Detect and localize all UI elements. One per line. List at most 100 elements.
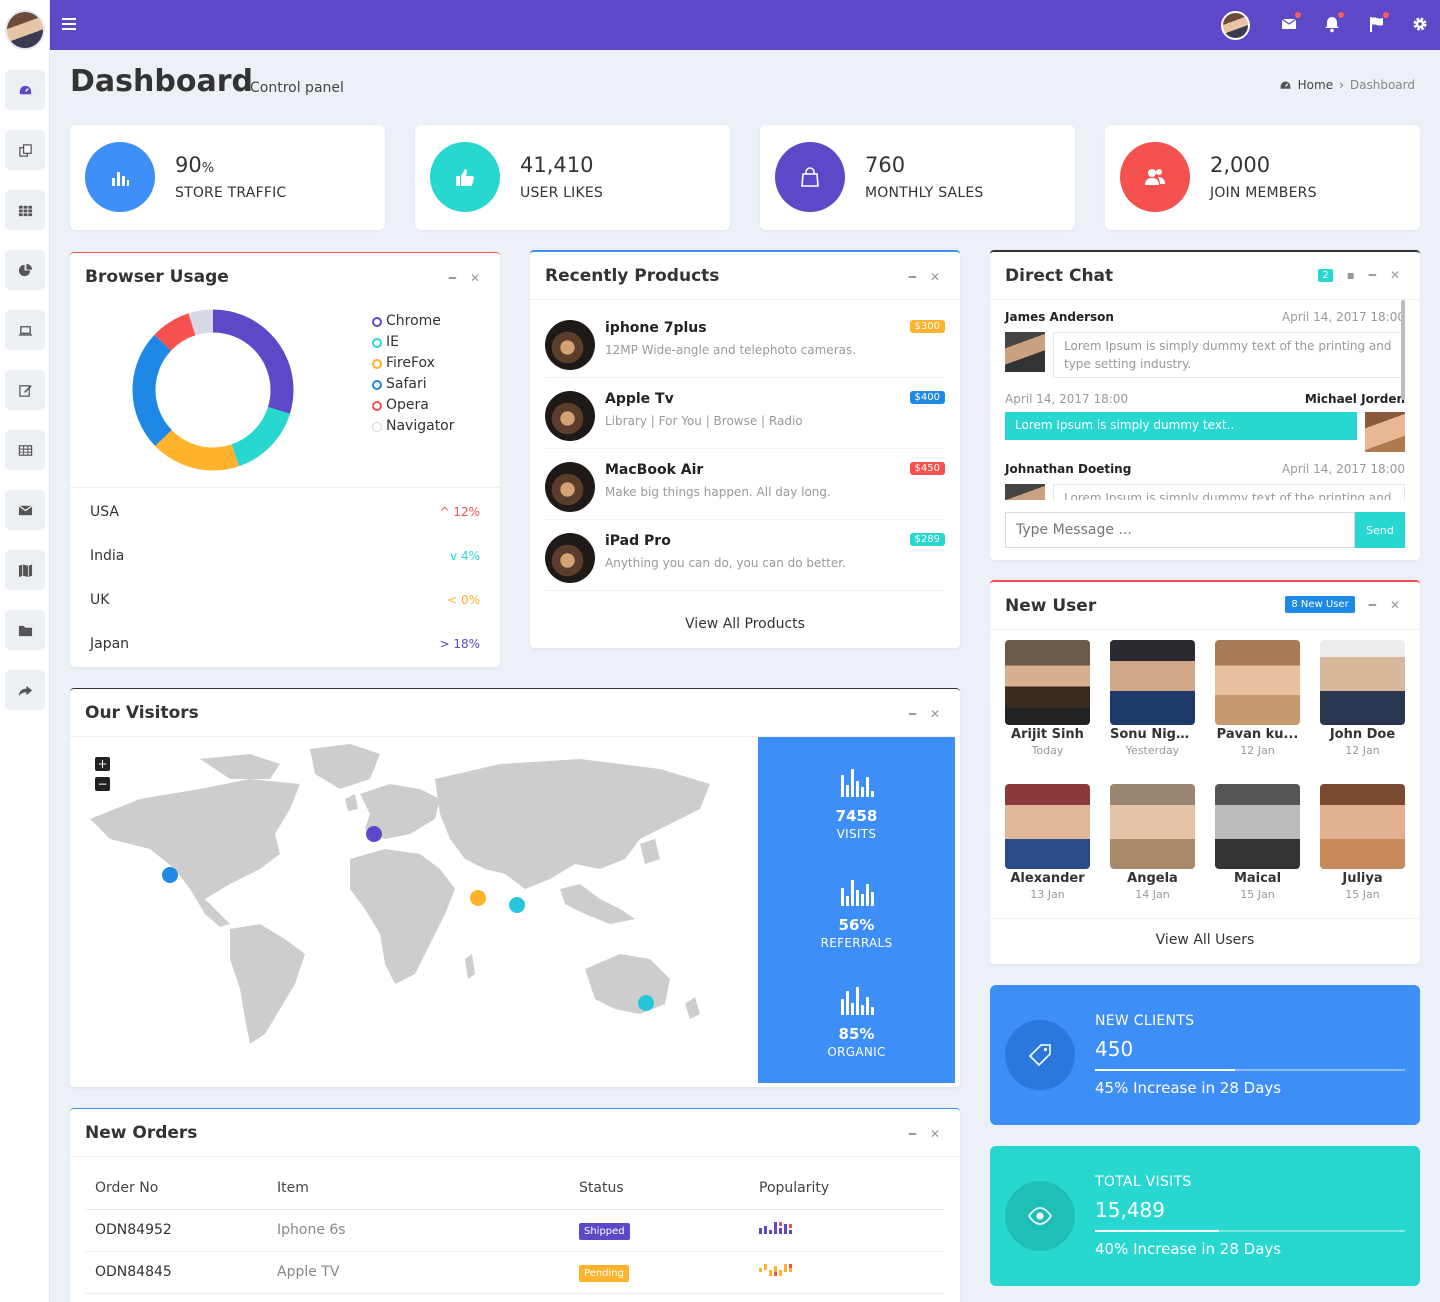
thumbs-up-icon bbox=[430, 142, 500, 212]
chat-messages: James Anderson April 14, 2017 18:00 Lorem… bbox=[990, 302, 1420, 500]
product-item[interactable]: Apple Tv Library | For You | Browse | Rad… bbox=[545, 379, 945, 449]
total-visits-box: TOTAL VISITS 15,489 40% Increase in 28 D… bbox=[990, 1146, 1420, 1286]
map-marker[interactable] bbox=[162, 867, 178, 883]
product-image bbox=[545, 533, 595, 583]
product-image bbox=[545, 462, 595, 512]
column-header[interactable]: Item bbox=[277, 1167, 579, 1209]
chat-avatar bbox=[1005, 332, 1045, 372]
menu-toggle-icon[interactable] bbox=[62, 18, 76, 30]
map-marker[interactable] bbox=[366, 826, 382, 842]
view-all-products-link[interactable]: View All Products bbox=[530, 616, 960, 632]
map-marker[interactable] bbox=[509, 897, 525, 913]
sidebar-item-charts[interactable] bbox=[5, 250, 45, 290]
minimize-icon[interactable]: ━ bbox=[1369, 268, 1376, 282]
sidebar-item-ui[interactable] bbox=[5, 310, 45, 350]
visitor-stat: 7458 VISITS bbox=[758, 767, 955, 841]
minimize-icon[interactable]: ━ bbox=[909, 1127, 916, 1141]
panel-title: Recently Products bbox=[545, 266, 720, 286]
stat-label: USER LIKES bbox=[520, 185, 603, 201]
sidebar-avatar[interactable] bbox=[5, 10, 45, 50]
sidebar-item-apps[interactable] bbox=[5, 190, 45, 230]
product-item[interactable]: iphone 7plus 12MP Wide-angle and telephot… bbox=[545, 308, 945, 378]
table-row[interactable]: ODN84845 Apple TV Pending bbox=[85, 1251, 945, 1293]
chat-input-group: Send bbox=[1005, 512, 1405, 548]
user-card[interactable]: Maical 15 Jan bbox=[1215, 784, 1300, 901]
user-card[interactable]: Arijit Sinh Today bbox=[1005, 640, 1090, 757]
minimize-icon[interactable]: ━ bbox=[909, 707, 916, 721]
new-user-panel: New User 8 New User ━ ✕ Arijit Sinh Today S… bbox=[990, 580, 1420, 964]
user-card[interactable]: Pavan ku... 12 Jan bbox=[1215, 640, 1300, 757]
recent-products-panel: Recently Products ━ ✕ iphone 7plus 12MP Wi… bbox=[530, 250, 960, 648]
map-marker[interactable] bbox=[470, 890, 486, 906]
country-row: UK < 0% bbox=[90, 592, 480, 608]
sidebar-item-mail[interactable] bbox=[5, 490, 45, 530]
column-header[interactable]: Popularity bbox=[759, 1167, 945, 1209]
minimize-icon[interactable]: ━ bbox=[909, 270, 916, 284]
users-icon bbox=[1120, 142, 1190, 212]
laptop-icon bbox=[18, 325, 32, 336]
sidebar-item-tables[interactable] bbox=[5, 430, 45, 470]
user-card[interactable]: Juliya 15 Jan bbox=[1320, 784, 1405, 901]
folder-icon bbox=[18, 625, 32, 636]
chat-count-badge: 2 bbox=[1318, 268, 1333, 282]
map-marker[interactable] bbox=[638, 995, 654, 1011]
dashboard-icon bbox=[19, 85, 31, 94]
legend-item: IE bbox=[372, 332, 455, 353]
dashboard-icon bbox=[1280, 80, 1291, 89]
column-header[interactable]: Order No bbox=[85, 1167, 277, 1209]
direct-chat-panel: Direct Chat 2 ▪ ━ ✕ James Anderson April 14,… bbox=[990, 250, 1420, 560]
close-icon[interactable]: ✕ bbox=[470, 271, 480, 285]
settings-gear-icon[interactable] bbox=[1411, 15, 1429, 33]
price-badge: $300 bbox=[909, 320, 945, 333]
sidebar-item-files[interactable] bbox=[5, 610, 45, 650]
close-icon[interactable]: ✕ bbox=[930, 270, 940, 284]
breadcrumb-home[interactable]: Home bbox=[1298, 78, 1333, 92]
product-desc: 12MP Wide-angle and telephoto cameras. bbox=[605, 343, 857, 357]
price-badge: $450 bbox=[909, 462, 945, 475]
column-header[interactable]: Status bbox=[579, 1167, 759, 1209]
page-title: Dashboard bbox=[70, 64, 253, 99]
table-row[interactable]: ODN84952 Iphone 6s Shipped bbox=[85, 1209, 945, 1251]
messages-icon[interactable] bbox=[1280, 12, 1301, 33]
bar-chart-icon bbox=[840, 769, 874, 797]
close-icon[interactable]: ✕ bbox=[930, 1127, 940, 1141]
sidebar-item-pages[interactable] bbox=[5, 130, 45, 170]
order-item: Apple TV bbox=[277, 1264, 340, 1280]
user-photo bbox=[1320, 784, 1405, 869]
user-photo bbox=[1110, 640, 1195, 725]
our-visitors-panel: Our Visitors ━ ✕ + − 7458 VISITS 56% REF… bbox=[70, 688, 960, 1087]
user-card[interactable]: John Doe 12 Jan bbox=[1320, 640, 1405, 757]
panel-title: Browser Usage bbox=[85, 267, 229, 287]
user-card[interactable]: Alexander 13 Jan bbox=[1005, 784, 1090, 901]
world-map[interactable] bbox=[80, 739, 730, 1079]
notifications-bell-icon[interactable] bbox=[1323, 12, 1344, 33]
close-icon[interactable]: ✕ bbox=[1390, 598, 1400, 612]
view-all-users-link[interactable]: View All Users bbox=[990, 932, 1420, 948]
visitor-stats-panel: 7458 VISITS 56% REFERRALS 85% ORGANIC bbox=[758, 737, 955, 1083]
legend-item: Navigator bbox=[372, 416, 455, 437]
flag-icon[interactable] bbox=[1368, 12, 1389, 33]
status-badge: Pending bbox=[579, 1265, 629, 1282]
sidebar-item-share[interactable] bbox=[5, 670, 45, 710]
legend-item: Safari bbox=[372, 374, 455, 395]
sidebar-item-forms[interactable] bbox=[5, 370, 45, 410]
user-card[interactable]: Sonu Niga... Yesterday bbox=[1110, 640, 1195, 757]
chat-message-input[interactable] bbox=[1005, 512, 1355, 548]
stat-value: 90 bbox=[175, 153, 202, 177]
stat-card-user-likes: 41,410 USER LIKES bbox=[415, 125, 730, 230]
sidebar-item-maps[interactable] bbox=[5, 550, 45, 590]
close-icon[interactable]: ✕ bbox=[1390, 268, 1400, 282]
user-avatar[interactable] bbox=[1221, 11, 1250, 40]
send-button[interactable]: Send bbox=[1355, 512, 1405, 548]
sidebar-item-dashboard[interactable] bbox=[5, 70, 45, 110]
user-card[interactable]: Angela 14 Jan bbox=[1110, 784, 1195, 901]
minimize-icon[interactable]: ━ bbox=[1369, 598, 1376, 612]
minimize-icon[interactable]: ━ bbox=[449, 271, 456, 285]
product-item[interactable]: MacBook Air Make big things happen. All d… bbox=[545, 450, 945, 520]
close-icon[interactable]: ✕ bbox=[930, 707, 940, 721]
product-item[interactable]: iPad Pro Anything you can do, you can do … bbox=[545, 521, 945, 591]
map-icon bbox=[18, 563, 32, 577]
chat-scrollbar[interactable] bbox=[1401, 300, 1405, 400]
chat-icon[interactable]: ▪ bbox=[1347, 268, 1355, 282]
panel-title: New User bbox=[1005, 596, 1097, 616]
